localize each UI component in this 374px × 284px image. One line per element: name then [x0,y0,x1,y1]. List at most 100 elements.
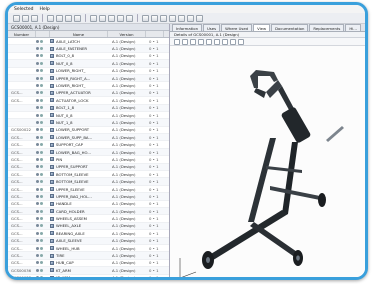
rotate-icon[interactable] [190,38,196,45]
table-row[interactable]: GCS... TIRE A.1 (Design) 0 • 1 [8,252,169,260]
checkin-icon [40,157,43,161]
settings-icon[interactable] [238,38,244,45]
table-row[interactable]: GCS... SUPPORT_CAP A.1 (Design) 0 • 1 [8,141,169,149]
tab-replacements[interactable]: Replacements [309,24,345,31]
row-version: A.1 (Design) [112,83,136,89]
col-number[interactable]: Number [8,31,36,37]
part-icon [50,246,54,251]
tool-button[interactable] [160,14,167,22]
section-icon[interactable] [222,38,228,45]
table-row[interactable]: GCS00038 LT_ARM A.1 (Design)0 • 1 [8,275,169,277]
status-icon [36,202,39,206]
menu-selected[interactable]: Selected [14,7,34,12]
table-row[interactable]: GCS... HANDLE A.1 (Design) 0 • 1 [8,201,169,208]
table-row[interactable]: GCS... PIN A.1 (Design) 0 • 1 [8,156,169,164]
table-row[interactable]: GCS... HUB_CAP A.1 (Design) 0 • 1 [8,260,169,268]
table-row[interactable]: GCS... UPPER_SUPPORT A.1 (Design) 0 • 1 [8,163,169,172]
table-row[interactable]: GCS... BOTTOM_SLEEVE A.1 (Design) 0 • 1 [8,171,169,179]
row-status [36,194,50,198]
zoom-icon[interactable] [174,38,180,45]
select-icon[interactable] [206,38,212,45]
tool-button[interactable] [126,14,133,22]
tool-button[interactable] [47,14,54,22]
row-extra: 0 • 1 [149,245,159,251]
col-version[interactable]: Version [108,31,146,37]
tool-button[interactable] [90,14,97,22]
row-number: GCS... [11,156,23,162]
col-status[interactable] [36,31,50,37]
part-icon [50,46,54,51]
table-row[interactable]: LOWER_RIGHT_ A.1 (Design) 0 • 1 [8,82,169,90]
menu-help[interactable]: Help [40,7,50,12]
col-extra[interactable] [146,31,164,37]
tool-button[interactable] [196,14,203,22]
tool-button[interactable] [187,14,194,22]
tool-button[interactable] [65,14,72,22]
tab-hi-[interactable]: Hi... [345,24,361,31]
3d-viewer-canvas[interactable] [170,46,365,277]
measure-icon[interactable] [214,38,220,45]
table-row[interactable]: GCS... LOWER_BAG_HO... A.1 (Design) 0 • 1 [8,148,169,157]
table-row[interactable]: GCS... BEARING_AXLE A.1 (Design) 0 • 1 [8,230,169,238]
view-icon[interactable] [230,38,236,45]
tool-button[interactable] [142,14,149,22]
table-row[interactable]: BOLT_1_8 A.1 (Design) 0 • 1 [8,104,169,112]
part-icon [50,172,54,177]
table-row[interactable]: NUT_1_8 A.1 (Design) 0 • 1 [8,119,169,127]
table-row[interactable]: GCS... UPPER_SLEEVE A.1 (Design) 0 • 1 [8,186,169,194]
table-row[interactable]: GCS... UPPER_ACTUATOR A.1 (Design) 0 • 1 [8,89,169,98]
checkin-icon [40,194,43,198]
tool-button[interactable] [56,14,63,22]
table-row[interactable]: GCS... LOWER_SUPP_BA... A.1 (Design) 0 • 1 [8,134,169,142]
row-number: GCS... [11,223,23,229]
pan-icon[interactable] [182,38,188,45]
tab-uses[interactable]: Uses [202,24,221,31]
part-icon [50,187,54,191]
table-row[interactable]: AXLE_FASTENER A.1 (Design) 0 • 1 [8,45,169,53]
tool-button[interactable] [99,14,106,22]
tool-button[interactable] [13,14,20,22]
status-icon [36,261,39,265]
tool-button[interactable] [74,14,81,22]
checkin-icon [40,217,43,221]
table-row[interactable]: GCS... CARD_HOLDER A.1 (Design) 0 • 1 [8,207,169,216]
table-row[interactable]: NUT_0_8 A.1 (Design) 0 • 1 [8,112,169,120]
table-row[interactable]: GCS00036 KT_ARM A.1 (Design) 0 • 1 [8,267,169,275]
row-extra: 0 • 1 [149,97,159,103]
tab-where-used[interactable]: Where Used [221,24,253,31]
table-row[interactable]: UPPER_RIGHT_A... A.1 (Design) 0 • 1 [8,74,169,83]
fit-icon[interactable] [198,38,204,45]
tool-button[interactable] [169,14,176,22]
table-row[interactable]: GCS... WHEEL_AXLE A.1 (Design) 0 • 1 [8,222,169,231]
part-name: AXLE_FASTENER [56,46,88,52]
table-row[interactable]: GCS... WHEELS_ASSEM A.1 (Design) 0 • 1 [8,215,169,223]
table-row[interactable]: BOLT_0_8 A.1 (Design) 0 • 1 [8,53,169,61]
table-row[interactable]: GCS00022 LOWER_SUPPORT A.1 (Design) 0 • 1 [8,127,169,135]
tab-view[interactable]: View [253,24,271,31]
table-row[interactable]: GCS... BOTTOM_SLEEVE A.1 (Design) 0 • 1 [8,178,169,186]
tool-button[interactable] [151,14,158,22]
row-name: BOTTOM_SLEEVE [50,179,108,184]
status-icon [36,54,39,58]
status-icon [36,135,39,139]
part-icon [50,231,54,236]
table-row[interactable]: GCS... UPPER_BAG_HOL... A.1 (Design) 0 • 1 [8,193,169,201]
tab-information[interactable]: Information [172,24,202,31]
row-name: LT_ARM [50,275,108,277]
row-extra: 0 • 1 [146,275,164,277]
table-row[interactable]: AXLE_LATCH A.1 (Design) 0 • 1 [8,38,169,46]
table-row[interactable]: GCS... ACTUATOR_LOCK A.1 (Design) 0 • 1 [8,97,169,105]
tool-button[interactable] [108,14,115,22]
table-row[interactable]: LOWER_RIGHT_ A.1 (Design) 0 • 1 [8,68,169,75]
table-row[interactable]: GCS... AXLE_SLEEVE A.1 (Design) 0 • 1 [8,237,169,245]
table-row[interactable]: GCS... WHEEL_HUB A.1 (Design) 0 • 1 [8,245,169,253]
col-name[interactable]: Name [50,31,108,37]
tool-button[interactable] [22,14,29,22]
table-row[interactable]: NUT_0_8 A.1 (Design) 0 • 1 [8,60,169,68]
tool-button[interactable] [178,14,185,22]
part-name: WHEELS_ASSEM [56,216,87,222]
tab-documentation[interactable]: Documentation [271,24,309,31]
tool-button[interactable] [31,14,38,22]
part-icon [50,127,54,132]
tool-button[interactable] [117,14,124,22]
